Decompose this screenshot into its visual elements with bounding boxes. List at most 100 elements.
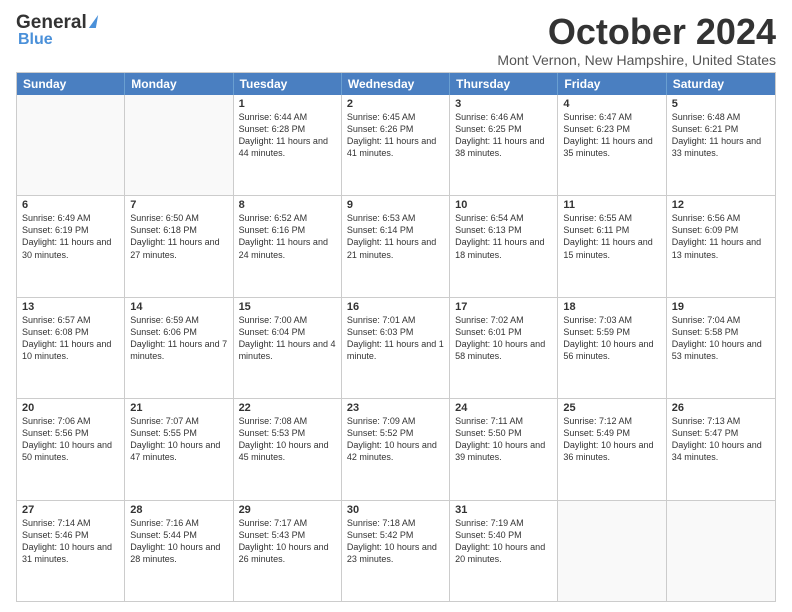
- cell-info: Sunset: 5:43 PM: [239, 529, 336, 541]
- day-number: 15: [239, 301, 336, 313]
- cell-info: Daylight: 11 hours and 21 minutes.: [347, 236, 444, 260]
- cell-info: Sunset: 6:18 PM: [130, 224, 227, 236]
- calendar-day-header: Friday: [558, 73, 666, 95]
- cell-info: Daylight: 10 hours and 31 minutes.: [22, 541, 119, 565]
- cell-info: Daylight: 10 hours and 26 minutes.: [239, 541, 336, 565]
- cell-info: Sunset: 6:23 PM: [563, 123, 660, 135]
- cell-info: Sunset: 6:04 PM: [239, 326, 336, 338]
- calendar-cell: 22Sunrise: 7:08 AMSunset: 5:53 PMDayligh…: [234, 399, 342, 499]
- cell-info: Daylight: 11 hours and 15 minutes.: [563, 236, 660, 260]
- calendar-day-header: Tuesday: [234, 73, 342, 95]
- day-number: 25: [563, 402, 660, 414]
- cell-info: Sunrise: 7:13 AM: [672, 415, 770, 427]
- calendar-cell: 25Sunrise: 7:12 AMSunset: 5:49 PMDayligh…: [558, 399, 666, 499]
- cell-info: Daylight: 10 hours and 56 minutes.: [563, 338, 660, 362]
- cell-info: Sunrise: 7:09 AM: [347, 415, 444, 427]
- cell-info: Sunrise: 7:01 AM: [347, 314, 444, 326]
- cell-info: Sunset: 5:52 PM: [347, 427, 444, 439]
- cell-info: Sunrise: 6:53 AM: [347, 212, 444, 224]
- cell-info: Daylight: 10 hours and 28 minutes.: [130, 541, 227, 565]
- day-number: 24: [455, 402, 552, 414]
- day-number: 30: [347, 504, 444, 516]
- cell-info: Sunrise: 7:03 AM: [563, 314, 660, 326]
- calendar-cell: 26Sunrise: 7:13 AMSunset: 5:47 PMDayligh…: [667, 399, 775, 499]
- day-number: 2: [347, 98, 444, 110]
- cell-info: Daylight: 10 hours and 36 minutes.: [563, 439, 660, 463]
- calendar-week-row: 1Sunrise: 6:44 AMSunset: 6:28 PMDaylight…: [17, 95, 775, 196]
- calendar-cell: [667, 501, 775, 601]
- calendar-cell: 19Sunrise: 7:04 AMSunset: 5:58 PMDayligh…: [667, 298, 775, 398]
- cell-info: Sunrise: 6:59 AM: [130, 314, 227, 326]
- calendar-cell: [558, 501, 666, 601]
- calendar-cell: 4Sunrise: 6:47 AMSunset: 6:23 PMDaylight…: [558, 95, 666, 195]
- calendar-week-row: 20Sunrise: 7:06 AMSunset: 5:56 PMDayligh…: [17, 399, 775, 500]
- location: Mont Vernon, New Hampshire, United State…: [497, 52, 776, 68]
- cell-info: Daylight: 11 hours and 7 minutes.: [130, 338, 227, 362]
- calendar-day-header: Sunday: [17, 73, 125, 95]
- calendar-cell: 14Sunrise: 6:59 AMSunset: 6:06 PMDayligh…: [125, 298, 233, 398]
- cell-info: Sunset: 6:16 PM: [239, 224, 336, 236]
- calendar-header: SundayMondayTuesdayWednesdayThursdayFrid…: [17, 73, 775, 95]
- calendar-cell: 23Sunrise: 7:09 AMSunset: 5:52 PMDayligh…: [342, 399, 450, 499]
- cell-info: Sunset: 6:09 PM: [672, 224, 770, 236]
- cell-info: Daylight: 10 hours and 39 minutes.: [455, 439, 552, 463]
- cell-info: Daylight: 10 hours and 23 minutes.: [347, 541, 444, 565]
- cell-info: Sunrise: 6:50 AM: [130, 212, 227, 224]
- cell-info: Sunrise: 6:47 AM: [563, 111, 660, 123]
- calendar-cell: 15Sunrise: 7:00 AMSunset: 6:04 PMDayligh…: [234, 298, 342, 398]
- calendar-cell: 1Sunrise: 6:44 AMSunset: 6:28 PMDaylight…: [234, 95, 342, 195]
- cell-info: Daylight: 10 hours and 50 minutes.: [22, 439, 119, 463]
- title-block: October 2024 Mont Vernon, New Hampshire,…: [497, 12, 776, 68]
- cell-info: Sunrise: 7:18 AM: [347, 517, 444, 529]
- day-number: 29: [239, 504, 336, 516]
- cell-info: Sunrise: 6:52 AM: [239, 212, 336, 224]
- cell-info: Sunset: 5:55 PM: [130, 427, 227, 439]
- cell-info: Sunrise: 7:19 AM: [455, 517, 552, 529]
- calendar-cell: 11Sunrise: 6:55 AMSunset: 6:11 PMDayligh…: [558, 196, 666, 296]
- page: General Blue October 2024 Mont Vernon, N…: [0, 0, 792, 612]
- cell-info: Sunrise: 6:44 AM: [239, 111, 336, 123]
- cell-info: Sunset: 6:13 PM: [455, 224, 552, 236]
- cell-info: Sunrise: 7:08 AM: [239, 415, 336, 427]
- day-number: 21: [130, 402, 227, 414]
- cell-info: Sunset: 5:50 PM: [455, 427, 552, 439]
- cell-info: Daylight: 11 hours and 13 minutes.: [672, 236, 770, 260]
- calendar-cell: 10Sunrise: 6:54 AMSunset: 6:13 PMDayligh…: [450, 196, 558, 296]
- calendar-cell: 12Sunrise: 6:56 AMSunset: 6:09 PMDayligh…: [667, 196, 775, 296]
- cell-info: Daylight: 11 hours and 10 minutes.: [22, 338, 119, 362]
- calendar-cell: 13Sunrise: 6:57 AMSunset: 6:08 PMDayligh…: [17, 298, 125, 398]
- calendar-cell: 29Sunrise: 7:17 AMSunset: 5:43 PMDayligh…: [234, 501, 342, 601]
- calendar-cell: 6Sunrise: 6:49 AMSunset: 6:19 PMDaylight…: [17, 196, 125, 296]
- day-number: 16: [347, 301, 444, 313]
- cell-info: Daylight: 11 hours and 41 minutes.: [347, 135, 444, 159]
- day-number: 31: [455, 504, 552, 516]
- cell-info: Sunrise: 6:57 AM: [22, 314, 119, 326]
- cell-info: Sunset: 5:53 PM: [239, 427, 336, 439]
- cell-info: Daylight: 11 hours and 35 minutes.: [563, 135, 660, 159]
- day-number: 8: [239, 199, 336, 211]
- day-number: 4: [563, 98, 660, 110]
- day-number: 22: [239, 402, 336, 414]
- cell-info: Sunset: 5:56 PM: [22, 427, 119, 439]
- cell-info: Sunset: 6:28 PM: [239, 123, 336, 135]
- calendar-week-row: 6Sunrise: 6:49 AMSunset: 6:19 PMDaylight…: [17, 196, 775, 297]
- day-number: 19: [672, 301, 770, 313]
- day-number: 27: [22, 504, 119, 516]
- cell-info: Daylight: 11 hours and 38 minutes.: [455, 135, 552, 159]
- cell-info: Daylight: 11 hours and 4 minutes.: [239, 338, 336, 362]
- calendar-cell: [125, 95, 233, 195]
- cell-info: Sunset: 6:14 PM: [347, 224, 444, 236]
- day-number: 3: [455, 98, 552, 110]
- cell-info: Daylight: 11 hours and 30 minutes.: [22, 236, 119, 260]
- calendar-cell: [17, 95, 125, 195]
- cell-info: Sunrise: 7:14 AM: [22, 517, 119, 529]
- calendar-cell: 31Sunrise: 7:19 AMSunset: 5:40 PMDayligh…: [450, 501, 558, 601]
- cell-info: Sunrise: 6:49 AM: [22, 212, 119, 224]
- day-number: 5: [672, 98, 770, 110]
- calendar-cell: 18Sunrise: 7:03 AMSunset: 5:59 PMDayligh…: [558, 298, 666, 398]
- cell-info: Sunrise: 7:07 AM: [130, 415, 227, 427]
- day-number: 20: [22, 402, 119, 414]
- cell-info: Daylight: 11 hours and 24 minutes.: [239, 236, 336, 260]
- cell-info: Sunrise: 7:17 AM: [239, 517, 336, 529]
- cell-info: Sunset: 6:25 PM: [455, 123, 552, 135]
